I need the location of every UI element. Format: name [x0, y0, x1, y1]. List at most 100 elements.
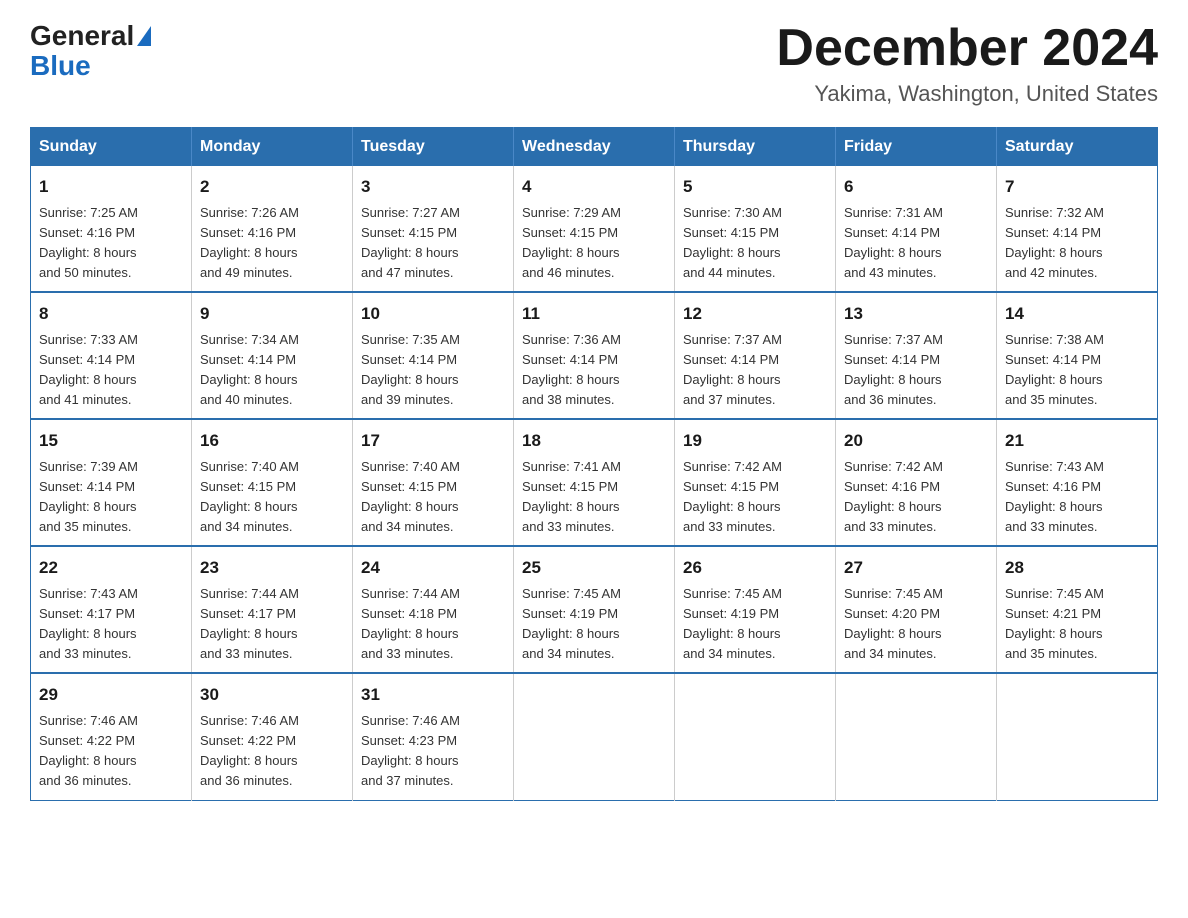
- calendar-cell: 9 Sunrise: 7:34 AMSunset: 4:14 PMDayligh…: [192, 292, 353, 419]
- calendar-cell: 11 Sunrise: 7:36 AMSunset: 4:14 PMDaylig…: [514, 292, 675, 419]
- calendar-cell: 21 Sunrise: 7:43 AMSunset: 4:16 PMDaylig…: [997, 419, 1158, 546]
- calendar-cell: 20 Sunrise: 7:42 AMSunset: 4:16 PMDaylig…: [836, 419, 997, 546]
- calendar-cell: [675, 673, 836, 800]
- day-number: 20: [844, 428, 988, 454]
- day-info: Sunrise: 7:41 AMSunset: 4:15 PMDaylight:…: [522, 459, 621, 534]
- calendar-cell: [997, 673, 1158, 800]
- calendar-cell: 27 Sunrise: 7:45 AMSunset: 4:20 PMDaylig…: [836, 546, 997, 673]
- calendar-cell: 1 Sunrise: 7:25 AMSunset: 4:16 PMDayligh…: [31, 166, 192, 292]
- day-number: 24: [361, 555, 505, 581]
- day-number: 26: [683, 555, 827, 581]
- day-number: 22: [39, 555, 183, 581]
- day-of-week-thursday: Thursday: [675, 128, 836, 167]
- day-number: 7: [1005, 174, 1149, 200]
- calendar-cell: 28 Sunrise: 7:45 AMSunset: 4:21 PMDaylig…: [997, 546, 1158, 673]
- day-info: Sunrise: 7:25 AMSunset: 4:16 PMDaylight:…: [39, 205, 138, 280]
- day-number: 6: [844, 174, 988, 200]
- calendar-cell: 23 Sunrise: 7:44 AMSunset: 4:17 PMDaylig…: [192, 546, 353, 673]
- day-info: Sunrise: 7:43 AMSunset: 4:17 PMDaylight:…: [39, 586, 138, 661]
- calendar-header: SundayMondayTuesdayWednesdayThursdayFrid…: [31, 128, 1158, 167]
- day-info: Sunrise: 7:37 AMSunset: 4:14 PMDaylight:…: [844, 332, 943, 407]
- day-info: Sunrise: 7:46 AMSunset: 4:23 PMDaylight:…: [361, 713, 460, 788]
- calendar-cell: 29 Sunrise: 7:46 AMSunset: 4:22 PMDaylig…: [31, 673, 192, 800]
- calendar-cell: 5 Sunrise: 7:30 AMSunset: 4:15 PMDayligh…: [675, 166, 836, 292]
- week-row-5: 29 Sunrise: 7:46 AMSunset: 4:22 PMDaylig…: [31, 673, 1158, 800]
- day-number: 28: [1005, 555, 1149, 581]
- logo-blue-text: Blue: [30, 50, 151, 82]
- calendar-cell: [836, 673, 997, 800]
- day-number: 27: [844, 555, 988, 581]
- day-number: 21: [1005, 428, 1149, 454]
- calendar-cell: 22 Sunrise: 7:43 AMSunset: 4:17 PMDaylig…: [31, 546, 192, 673]
- day-number: 2: [200, 174, 344, 200]
- day-info: Sunrise: 7:37 AMSunset: 4:14 PMDaylight:…: [683, 332, 782, 407]
- page-header: General Blue December 2024 Yakima, Washi…: [30, 20, 1158, 107]
- day-number: 25: [522, 555, 666, 581]
- calendar-cell: 26 Sunrise: 7:45 AMSunset: 4:19 PMDaylig…: [675, 546, 836, 673]
- day-info: Sunrise: 7:34 AMSunset: 4:14 PMDaylight:…: [200, 332, 299, 407]
- day-number: 9: [200, 301, 344, 327]
- day-info: Sunrise: 7:45 AMSunset: 4:19 PMDaylight:…: [683, 586, 782, 661]
- day-info: Sunrise: 7:39 AMSunset: 4:14 PMDaylight:…: [39, 459, 138, 534]
- day-info: Sunrise: 7:26 AMSunset: 4:16 PMDaylight:…: [200, 205, 299, 280]
- week-row-1: 1 Sunrise: 7:25 AMSunset: 4:16 PMDayligh…: [31, 166, 1158, 292]
- day-of-week-sunday: Sunday: [31, 128, 192, 167]
- day-number: 4: [522, 174, 666, 200]
- day-number: 30: [200, 682, 344, 708]
- day-info: Sunrise: 7:35 AMSunset: 4:14 PMDaylight:…: [361, 332, 460, 407]
- day-number: 29: [39, 682, 183, 708]
- day-number: 31: [361, 682, 505, 708]
- day-info: Sunrise: 7:46 AMSunset: 4:22 PMDaylight:…: [200, 713, 299, 788]
- calendar-cell: 16 Sunrise: 7:40 AMSunset: 4:15 PMDaylig…: [192, 419, 353, 546]
- day-number: 16: [200, 428, 344, 454]
- day-of-week-saturday: Saturday: [997, 128, 1158, 167]
- logo: General Blue: [30, 20, 151, 82]
- day-info: Sunrise: 7:38 AMSunset: 4:14 PMDaylight:…: [1005, 332, 1104, 407]
- day-number: 13: [844, 301, 988, 327]
- day-of-week-wednesday: Wednesday: [514, 128, 675, 167]
- day-info: Sunrise: 7:32 AMSunset: 4:14 PMDaylight:…: [1005, 205, 1104, 280]
- day-info: Sunrise: 7:44 AMSunset: 4:17 PMDaylight:…: [200, 586, 299, 661]
- calendar-cell: 7 Sunrise: 7:32 AMSunset: 4:14 PMDayligh…: [997, 166, 1158, 292]
- day-info: Sunrise: 7:33 AMSunset: 4:14 PMDaylight:…: [39, 332, 138, 407]
- calendar-cell: 6 Sunrise: 7:31 AMSunset: 4:14 PMDayligh…: [836, 166, 997, 292]
- calendar-cell: [514, 673, 675, 800]
- day-of-week-monday: Monday: [192, 128, 353, 167]
- day-number: 11: [522, 301, 666, 327]
- calendar-table: SundayMondayTuesdayWednesdayThursdayFrid…: [30, 127, 1158, 800]
- calendar-title: December 2024: [776, 20, 1158, 77]
- calendar-cell: 17 Sunrise: 7:40 AMSunset: 4:15 PMDaylig…: [353, 419, 514, 546]
- calendar-cell: 2 Sunrise: 7:26 AMSunset: 4:16 PMDayligh…: [192, 166, 353, 292]
- day-info: Sunrise: 7:45 AMSunset: 4:19 PMDaylight:…: [522, 586, 621, 661]
- calendar-cell: 30 Sunrise: 7:46 AMSunset: 4:22 PMDaylig…: [192, 673, 353, 800]
- week-row-2: 8 Sunrise: 7:33 AMSunset: 4:14 PMDayligh…: [31, 292, 1158, 419]
- logo-general-text: General: [30, 20, 134, 52]
- day-of-week-tuesday: Tuesday: [353, 128, 514, 167]
- day-number: 8: [39, 301, 183, 327]
- day-info: Sunrise: 7:29 AMSunset: 4:15 PMDaylight:…: [522, 205, 621, 280]
- day-info: Sunrise: 7:43 AMSunset: 4:16 PMDaylight:…: [1005, 459, 1104, 534]
- day-info: Sunrise: 7:31 AMSunset: 4:14 PMDaylight:…: [844, 205, 943, 280]
- calendar-cell: 4 Sunrise: 7:29 AMSunset: 4:15 PMDayligh…: [514, 166, 675, 292]
- calendar-cell: 3 Sunrise: 7:27 AMSunset: 4:15 PMDayligh…: [353, 166, 514, 292]
- calendar-cell: 14 Sunrise: 7:38 AMSunset: 4:14 PMDaylig…: [997, 292, 1158, 419]
- calendar-cell: 31 Sunrise: 7:46 AMSunset: 4:23 PMDaylig…: [353, 673, 514, 800]
- day-number: 23: [200, 555, 344, 581]
- day-of-week-friday: Friday: [836, 128, 997, 167]
- day-info: Sunrise: 7:45 AMSunset: 4:20 PMDaylight:…: [844, 586, 943, 661]
- days-of-week-row: SundayMondayTuesdayWednesdayThursdayFrid…: [31, 128, 1158, 167]
- calendar-cell: 24 Sunrise: 7:44 AMSunset: 4:18 PMDaylig…: [353, 546, 514, 673]
- day-info: Sunrise: 7:40 AMSunset: 4:15 PMDaylight:…: [361, 459, 460, 534]
- day-number: 18: [522, 428, 666, 454]
- week-row-3: 15 Sunrise: 7:39 AMSunset: 4:14 PMDaylig…: [31, 419, 1158, 546]
- day-info: Sunrise: 7:36 AMSunset: 4:14 PMDaylight:…: [522, 332, 621, 407]
- day-info: Sunrise: 7:27 AMSunset: 4:15 PMDaylight:…: [361, 205, 460, 280]
- calendar-cell: 10 Sunrise: 7:35 AMSunset: 4:14 PMDaylig…: [353, 292, 514, 419]
- day-info: Sunrise: 7:42 AMSunset: 4:15 PMDaylight:…: [683, 459, 782, 534]
- day-number: 3: [361, 174, 505, 200]
- calendar-cell: 18 Sunrise: 7:41 AMSunset: 4:15 PMDaylig…: [514, 419, 675, 546]
- day-info: Sunrise: 7:44 AMSunset: 4:18 PMDaylight:…: [361, 586, 460, 661]
- day-number: 10: [361, 301, 505, 327]
- day-number: 19: [683, 428, 827, 454]
- day-info: Sunrise: 7:30 AMSunset: 4:15 PMDaylight:…: [683, 205, 782, 280]
